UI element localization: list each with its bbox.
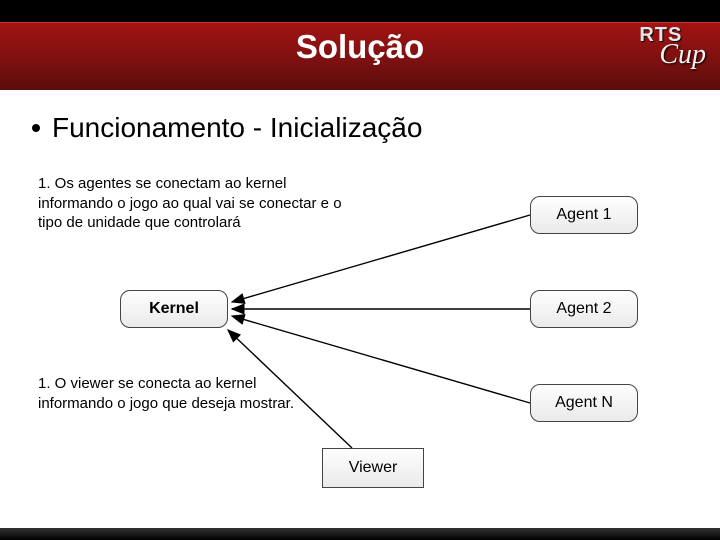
box-viewer: Viewer bbox=[322, 448, 424, 488]
box-agent-1: Agent 1 bbox=[530, 196, 638, 234]
subheading-text: Funcionamento - Inicialização bbox=[52, 112, 422, 144]
subheading-row: Funcionamento - Inicialização bbox=[32, 112, 688, 144]
slide-content: Funcionamento - Inicialização 1. Os agen… bbox=[0, 90, 720, 530]
kernel-label: Kernel bbox=[149, 300, 199, 318]
note-viewer: 1. O viewer se conecta ao kernel informa… bbox=[38, 374, 298, 413]
agent2-label: Agent 2 bbox=[556, 300, 611, 318]
viewer-label: Viewer bbox=[349, 459, 398, 477]
box-agent-2: Agent 2 bbox=[530, 290, 638, 328]
diagram-area: 1. Os agentes se conectam ao kernel info… bbox=[32, 158, 688, 498]
slide-title: Solução bbox=[0, 28, 720, 66]
bullet-icon bbox=[32, 124, 40, 132]
box-agent-n: Agent N bbox=[530, 384, 638, 422]
slide-header: Solução RTS Cup bbox=[0, 0, 720, 90]
box-kernel: Kernel bbox=[120, 290, 228, 328]
footer-bar bbox=[0, 528, 720, 540]
note-agents: 1. Os agentes se conectam ao kernel info… bbox=[38, 174, 348, 233]
agent1-label: Agent 1 bbox=[556, 206, 611, 224]
agentn-label: Agent N bbox=[555, 394, 613, 412]
